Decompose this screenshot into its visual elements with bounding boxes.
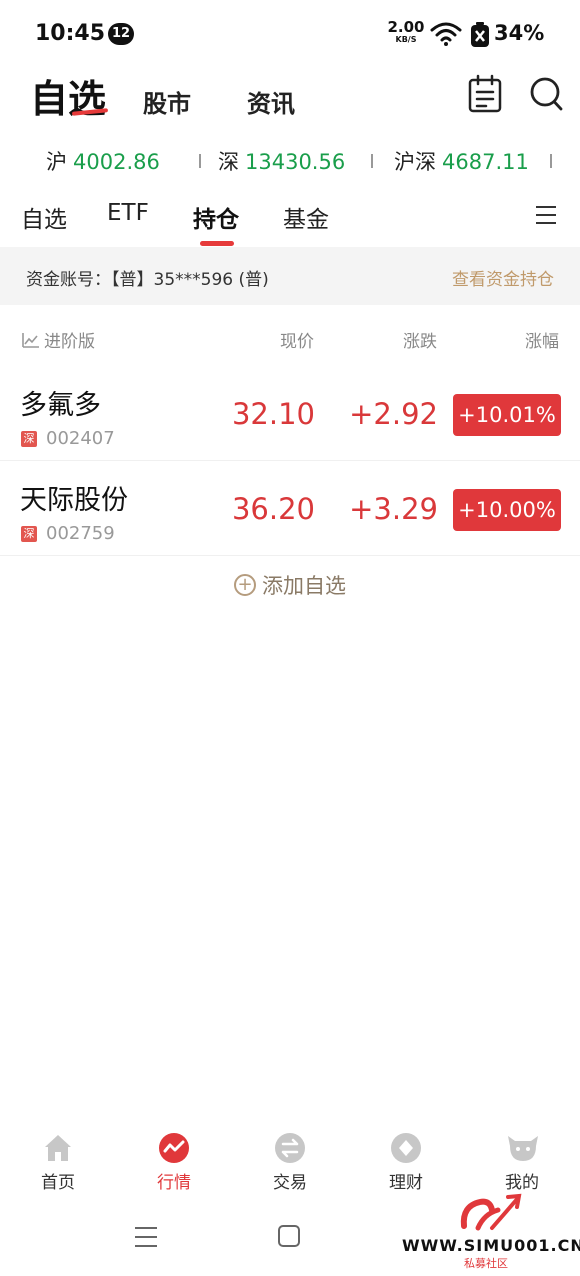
bottom-nav-label: 行情 (157, 1173, 191, 1193)
divider (550, 154, 552, 168)
col-change[interactable]: 涨跌 (403, 327, 437, 352)
sub-tabs: 自选 ETF 持仓 基金 (0, 190, 580, 246)
column-header: 进阶版 现价 涨跌 涨幅 (0, 315, 580, 365)
watermark-subtext: 私募社区 (464, 1257, 508, 1270)
app-logo: 自选 (30, 76, 107, 121)
stock-pct-badge: +10.01% (453, 394, 561, 436)
stock-pct-badge: +10.00% (453, 489, 561, 531)
trend-chart-icon (22, 333, 39, 348)
col-pct[interactable]: 涨幅 (525, 327, 559, 352)
bottom-nav-label: 交易 (273, 1173, 307, 1193)
wifi-icon (430, 22, 462, 46)
table-row[interactable]: 天际股份 深 002759 36.20 +3.29 +10.00% (0, 462, 580, 556)
bottom-nav-market[interactable]: 行情 (134, 1128, 214, 1193)
profile-icon (506, 1132, 538, 1164)
net-speed-unit: KB/S (395, 35, 417, 44)
status-bar: 10:45 12 2.00 KB/S 34% (0, 0, 580, 66)
nav-news[interactable]: 资讯 (247, 84, 295, 119)
menu-icon[interactable] (535, 204, 557, 226)
home-button-icon[interactable] (277, 1224, 301, 1248)
plus-circle-icon: + (234, 574, 256, 596)
trade-icon (274, 1132, 306, 1164)
bottom-nav-trade[interactable]: 交易 (250, 1128, 330, 1193)
stock-code: 002407 (46, 428, 115, 449)
stock-change: +3.29 (349, 492, 438, 526)
market-badge: 深 (21, 526, 37, 542)
bottom-nav-label: 理财 (389, 1173, 423, 1193)
stock-name: 天际股份 (20, 485, 128, 516)
app-header: 自选 股市 资讯 (0, 66, 580, 126)
advanced-toggle[interactable]: 进阶版 (22, 327, 95, 352)
index-value: 4687.11 (442, 150, 529, 174)
stock-change: +2.92 (349, 397, 438, 431)
tab-etf[interactable]: ETF (107, 200, 149, 226)
divider (371, 154, 373, 168)
index-value: 4002.86 (73, 150, 160, 174)
market-badge: 深 (21, 431, 37, 447)
table-row[interactable]: 多氟多 深 002407 32.10 +2.92 +10.01% (0, 367, 580, 461)
recents-icon[interactable] (133, 1224, 159, 1250)
col-price[interactable]: 现价 (280, 327, 314, 352)
stock-price: 32.10 (231, 397, 315, 431)
notification-badge: 12 (108, 23, 134, 45)
search-icon[interactable] (528, 74, 566, 114)
bottom-nav-label: 我的 (505, 1173, 539, 1193)
index-hs[interactable]: 沪深 4687.11 (394, 146, 529, 176)
bottom-nav-home[interactable]: 首页 (18, 1128, 98, 1193)
tab-funds[interactable]: 基金 (283, 200, 329, 234)
watermark: WWW.SIMU001.CN 私募社区 (402, 1192, 580, 1272)
tab-watchlist[interactable]: 自选 (21, 200, 67, 234)
index-value: 13430.56 (245, 150, 346, 174)
status-time: 10:45 (35, 21, 106, 46)
account-bar: 资金账号：【普】35***596 (普) 查看资金持仓 (0, 247, 580, 305)
bottom-nav-label: 首页 (41, 1173, 75, 1193)
index-sh[interactable]: 沪 4002.86 (46, 146, 160, 176)
add-watchlist-button[interactable]: + 添加自选 (0, 570, 580, 600)
tab-holdings[interactable]: 持仓 (193, 200, 239, 234)
view-holdings-link[interactable]: 查看资金持仓 (452, 265, 554, 290)
index-ticker[interactable]: 沪 4002.86 深 13430.56 沪深 4687.11 (0, 138, 580, 182)
index-sz[interactable]: 深 13430.56 (218, 146, 345, 176)
index-name: 沪 (46, 150, 67, 174)
account-label: 资金账号：【普】35***596 (普) (26, 270, 269, 290)
battery-percent: 34% (494, 21, 545, 45)
stock-code: 002759 (46, 523, 115, 544)
nav-stock-market[interactable]: 股市 (143, 84, 191, 119)
wealth-icon (390, 1132, 422, 1164)
market-icon (158, 1132, 190, 1164)
advanced-label: 进阶版 (44, 332, 95, 352)
net-speed: 2.00 KB/S (386, 20, 426, 44)
index-name: 深 (218, 150, 239, 174)
divider (199, 154, 201, 168)
watermark-text: WWW.SIMU001.CN (402, 1236, 580, 1255)
bottom-nav-profile[interactable]: 我的 (482, 1128, 562, 1193)
battery-icon (471, 22, 489, 47)
index-name: 沪深 (394, 150, 436, 174)
net-speed-value: 2.00 (387, 18, 425, 36)
stock-name: 多氟多 (20, 390, 101, 421)
add-watchlist-label: 添加自选 (262, 574, 346, 598)
bottom-nav-wealth[interactable]: 理财 (366, 1128, 446, 1193)
bottom-nav: 首页 行情 交易 理财 我的 (0, 1128, 580, 1198)
calendar-note-icon[interactable] (466, 74, 504, 114)
home-icon (42, 1132, 74, 1164)
stock-price: 36.20 (231, 492, 315, 526)
active-tab-indicator (200, 241, 234, 246)
watermark-logo-icon (460, 1193, 522, 1231)
